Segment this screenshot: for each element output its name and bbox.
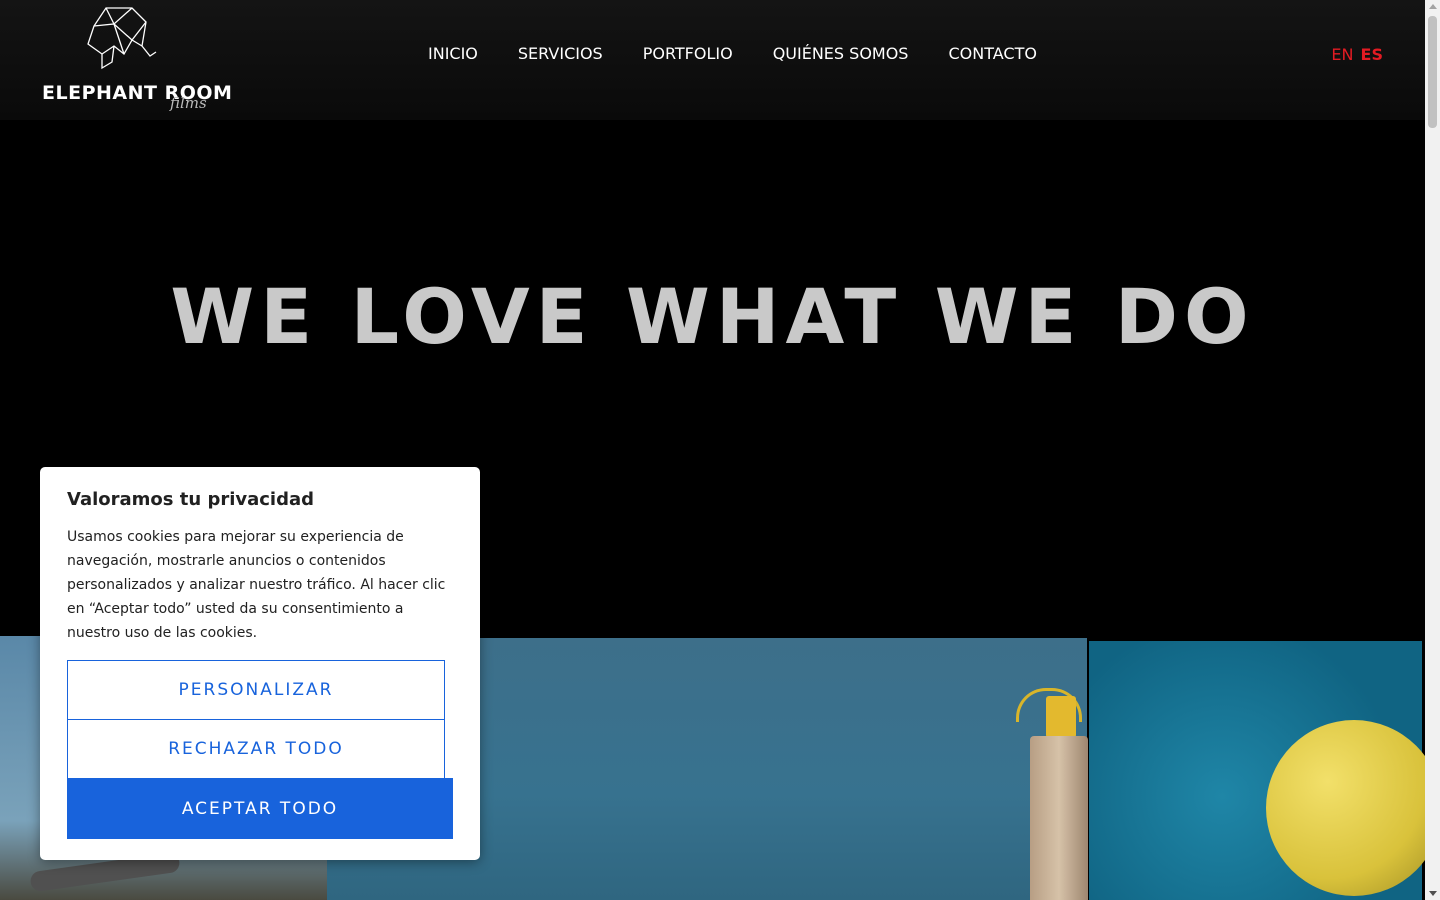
elephant-logo-icon: [87, 7, 157, 70]
page: ELEPHANT ROOM films INICIO SERVICIOS POR…: [0, 0, 1425, 900]
cookie-consent-dialog: Valoramos tu privacidad Usamos cookies p…: [40, 467, 480, 860]
nav-item-servicios[interactable]: SERVICIOS: [518, 44, 603, 63]
nav-item-quienes-somos[interactable]: QUIÉNES SOMOS: [773, 44, 909, 63]
customize-button[interactable]: PERSONALIZAR: [67, 660, 445, 720]
nav-item-inicio[interactable]: INICIO: [428, 44, 478, 63]
cookie-title: Valoramos tu privacidad: [67, 489, 315, 510]
scrollbar[interactable]: [1425, 0, 1440, 900]
main-nav: INICIO SERVICIOS PORTFOLIO QUIÉNES SOMOS…: [428, 44, 1037, 63]
logo[interactable]: ELEPHANT ROOM films: [42, 6, 232, 112]
language-switcher: EN ES: [1331, 45, 1383, 64]
nav-item-portfolio[interactable]: PORTFOLIO: [643, 44, 733, 63]
scroll-up-arrow-icon[interactable]: [1429, 4, 1437, 9]
accept-all-button[interactable]: ACEPTAR TODO: [67, 778, 453, 839]
lang-en[interactable]: EN: [1331, 45, 1353, 64]
cookie-description: Usamos cookies para mejorar su experienc…: [67, 529, 446, 641]
site-header: ELEPHANT ROOM films INICIO SERVICIOS POR…: [0, 0, 1425, 120]
scroll-down-arrow-icon[interactable]: [1429, 891, 1437, 896]
scroll-thumb[interactable]: [1428, 16, 1437, 128]
hero-title: WE LOVE WHAT WE DO: [170, 272, 1255, 361]
lighthouse-beacon: [1046, 696, 1076, 738]
nav-item-contacto[interactable]: CONTACTO: [948, 44, 1036, 63]
lang-es[interactable]: ES: [1361, 45, 1383, 64]
lighthouse-tower: [1030, 736, 1088, 900]
reject-all-button[interactable]: RECHAZAR TODO: [67, 719, 445, 779]
brand-sub: films: [170, 94, 207, 112]
